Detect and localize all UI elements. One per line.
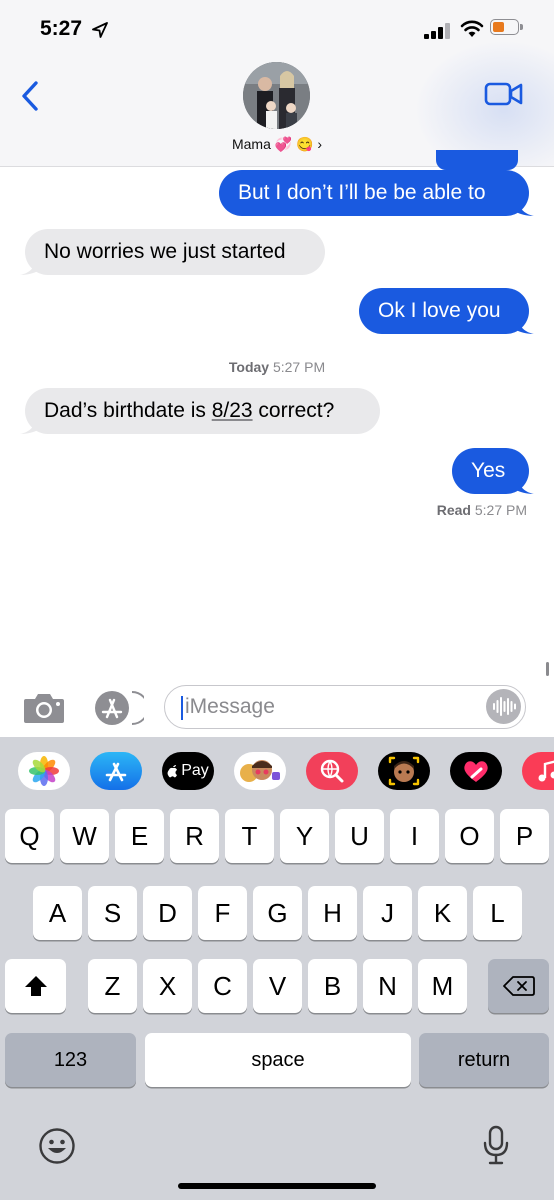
key-b[interactable]: B [308,959,357,1013]
key-w[interactable]: W [60,809,109,863]
key-t[interactable]: T [225,809,274,863]
key-y[interactable]: Y [280,809,329,863]
key-h[interactable]: H [308,886,357,940]
dictation-mic-icon[interactable] [482,1125,510,1167]
delete-key[interactable] [488,959,549,1013]
key-v[interactable]: V [253,959,302,1013]
message-bubble-partial [436,150,518,170]
key-q[interactable]: Q [5,809,54,863]
message-bubble-incoming[interactable]: No worries we just started [25,229,325,275]
shift-key[interactable] [5,959,66,1013]
contact-avatar[interactable] [243,62,310,129]
app-store-app[interactable] [90,752,142,790]
read-time: 5:27 PM [474,502,527,518]
key-g[interactable]: G [253,886,302,940]
memoji-stickers-app[interactable] [234,752,286,790]
memoji-app[interactable] [378,752,430,790]
camera-icon[interactable] [22,690,66,726]
key-c[interactable]: C [198,959,247,1013]
bubble-tail [20,414,38,434]
text-cursor [181,696,183,720]
key-z[interactable]: Z [88,959,137,1013]
photos-icon [29,756,59,786]
key-x[interactable]: X [143,959,192,1013]
numbers-key[interactable]: 123 [5,1033,136,1087]
message-bubble-outgoing[interactable]: But I don’t I’ll be be able to [219,170,529,216]
key-n[interactable]: N [363,959,412,1013]
status-time: 5:27 [40,17,83,40]
read-label: Read [436,502,471,518]
apple-pay-app[interactable]: Pay [162,752,214,790]
space-key[interactable]: space [145,1033,411,1087]
key-a[interactable]: A [33,886,82,940]
emoji-icon[interactable] [38,1127,76,1165]
back-chevron-icon[interactable] [16,78,46,114]
backspace-icon [502,976,535,996]
apple-logo-icon [167,765,178,778]
scroll-indicator [546,662,549,676]
app-store-icon [105,762,127,782]
day-timestamp: Today 5:27 PM [0,359,554,375]
day-time: 5:27 PM [272,359,326,375]
message-input-placeholder: iMessage [185,695,275,718]
bubble-tail [516,474,534,494]
bubble-tail [516,196,534,216]
message-bubble-incoming[interactable]: Dad’s birthdate is 8/23 correct? [25,388,380,434]
battery-icon [490,19,524,37]
key-o[interactable]: O [445,809,494,863]
audio-message-button[interactable] [486,689,521,724]
music-icon [538,760,554,782]
conversation-header: 5:27 Mama 💞 😋 › [0,0,554,167]
apple-pay-label: Pay [181,762,209,779]
key-r[interactable]: R [170,809,219,863]
day-label: Today [228,359,270,375]
key-m[interactable]: M [418,959,467,1013]
message-text: No worries we just started [44,240,286,263]
music-app[interactable] [522,752,554,790]
heart-icon [464,761,488,782]
key-k[interactable]: K [418,886,467,940]
message-text: Yes [471,459,506,482]
location-arrow-icon [92,22,108,38]
home-indicator[interactable] [178,1183,376,1189]
key-l[interactable]: L [473,886,522,940]
memoji-icon [240,760,280,782]
message-text: Ok I love you [378,299,501,322]
message-text: But I don’t I’ll be be able to [238,181,486,204]
battery-level [493,22,504,32]
message-bubble-outgoing[interactable]: Ok I love you [359,288,529,334]
key-e[interactable]: E [115,809,164,863]
search-globe-icon [320,759,344,783]
message-text: Dad’s birthdate is 8/23 correct? [44,399,335,422]
wifi-icon [460,20,484,37]
waveform-icon [493,697,516,716]
facetime-video-icon[interactable] [484,80,524,108]
key-s[interactable]: S [88,886,137,940]
key-u[interactable]: U [335,809,384,863]
return-key[interactable]: return [419,1033,549,1087]
app-store-drawer-button[interactable] [92,690,149,731]
read-receipt: Read 5:27 PM [437,502,527,518]
message-input[interactable]: iMessage [164,685,526,729]
key-j[interactable]: J [363,886,412,940]
detected-date-link[interactable]: 8/23 [212,399,253,422]
cellular-signal-icon [424,22,452,39]
photos-app[interactable] [18,752,70,790]
bubble-tail [516,314,534,334]
key-d[interactable]: D [143,886,192,940]
shift-arrow-icon [24,976,47,996]
digital-touch-app[interactable] [450,752,502,790]
key-f[interactable]: F [198,886,247,940]
key-i[interactable]: I [390,809,439,863]
memoji-icon [388,756,420,786]
key-p[interactable]: P [500,809,549,863]
bubble-tail [20,255,38,275]
images-search-app[interactable] [306,752,358,790]
